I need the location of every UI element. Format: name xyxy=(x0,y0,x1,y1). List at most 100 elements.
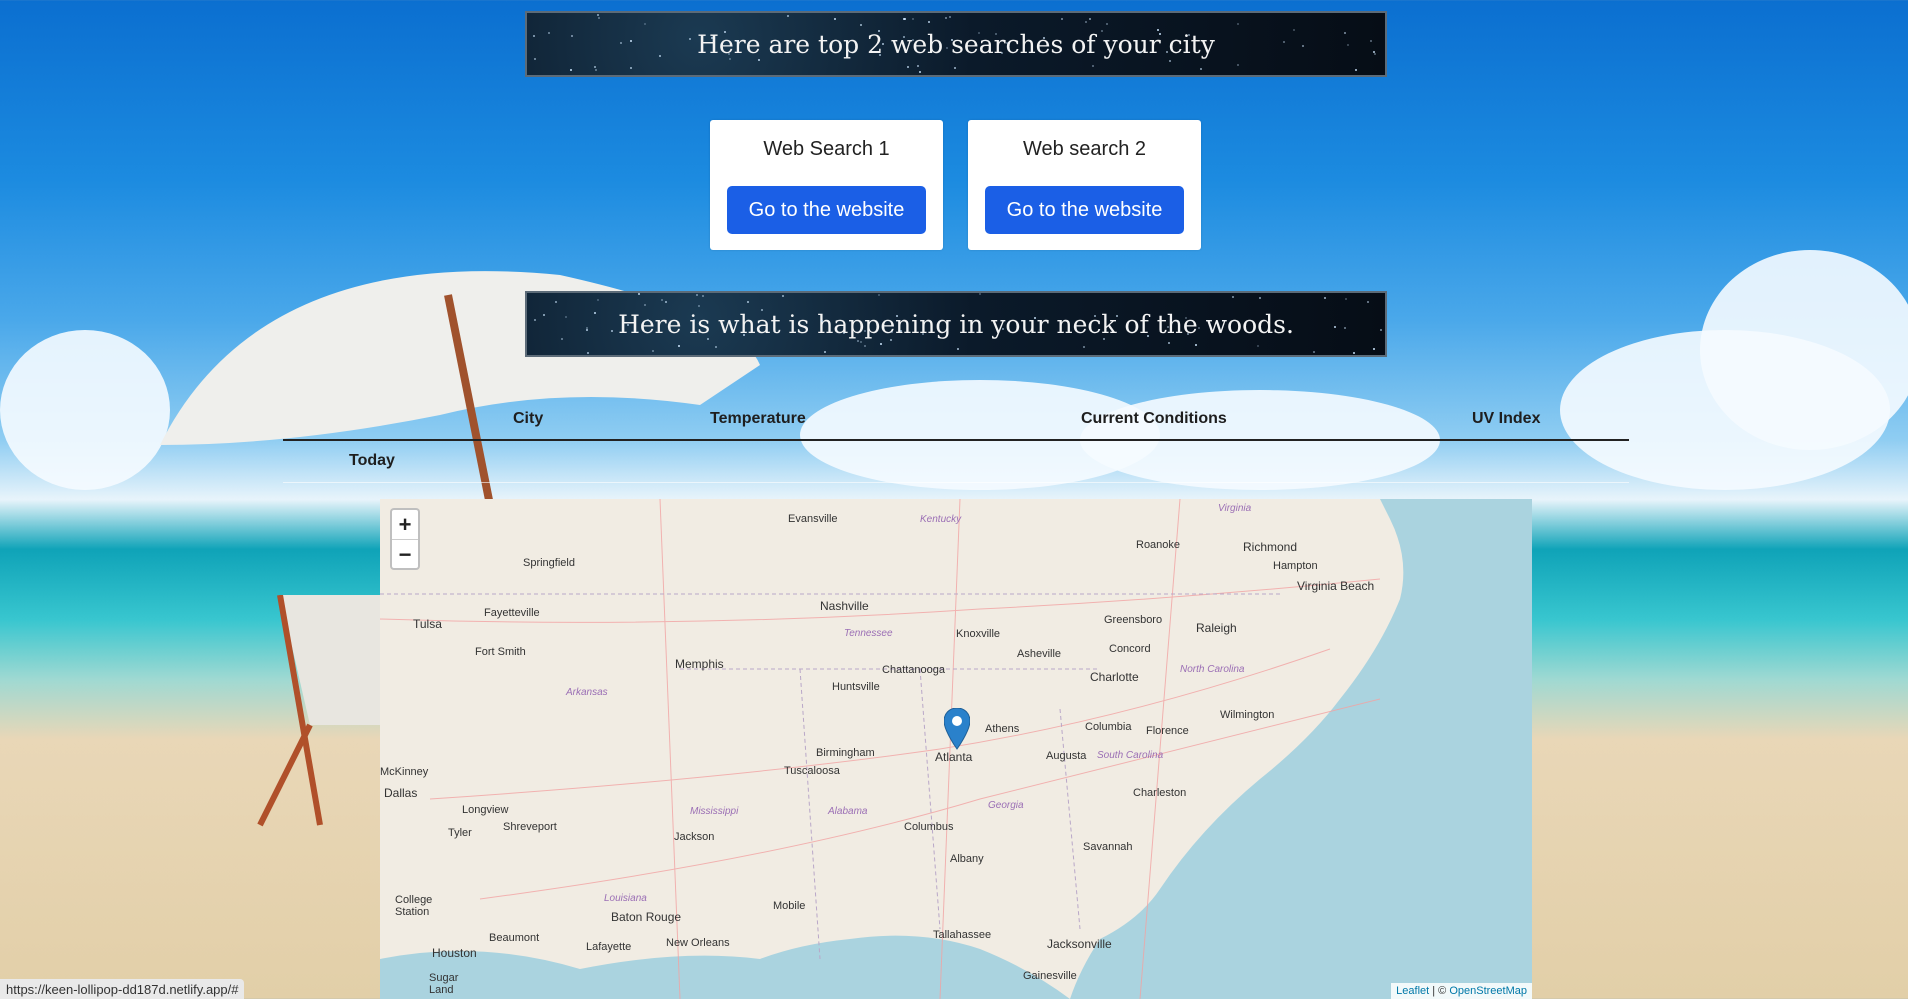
banner-star xyxy=(706,337,709,340)
card-title: Web Search 1 xyxy=(763,138,890,160)
banner-star xyxy=(652,349,655,352)
map-marker-icon[interactable] xyxy=(944,708,970,750)
banner-star xyxy=(710,36,713,39)
banner-star xyxy=(782,295,785,298)
map-city-label: Savannah xyxy=(1083,841,1133,853)
map-city-label: Concord xyxy=(1109,643,1151,655)
banner-star xyxy=(1354,68,1357,71)
map-city-label: Hampton xyxy=(1273,560,1318,572)
map-state-label: South Carolina xyxy=(1097,750,1164,761)
banner-star xyxy=(696,294,699,297)
map-city-label: Mobile xyxy=(773,900,806,912)
banner-star xyxy=(702,294,705,297)
banner-star xyxy=(917,65,920,68)
banner-star xyxy=(956,347,959,350)
banner-star xyxy=(1323,297,1326,300)
banner-star xyxy=(1231,295,1234,298)
banner-star xyxy=(688,38,691,41)
map-state-label: Virginia xyxy=(1218,503,1252,514)
map-city-label: Columbus xyxy=(904,821,954,833)
zoom-out-button[interactable]: − xyxy=(392,540,418,569)
banner-star xyxy=(834,17,837,20)
banner-star xyxy=(664,301,667,304)
banner-star xyxy=(596,14,599,17)
map-state-label: Arkansas xyxy=(566,687,608,698)
banner-star xyxy=(1237,23,1240,26)
map-city-label: Virginia Beach xyxy=(1297,579,1375,593)
banner-star xyxy=(1197,326,1200,329)
map-city-label: Dallas xyxy=(384,786,418,800)
banner-star xyxy=(1195,343,1198,346)
banner-star xyxy=(1282,41,1285,44)
table-row-divider xyxy=(283,482,1629,483)
card-title: Web search 2 xyxy=(1022,138,1147,160)
banner-star xyxy=(758,58,761,61)
map-city-label: Fort Smith xyxy=(475,646,526,658)
banner-star xyxy=(899,329,902,332)
banner-star xyxy=(953,67,956,70)
banner-star xyxy=(918,71,921,74)
banner-star xyxy=(565,315,568,318)
banner-star xyxy=(638,293,641,296)
map-city-label: Tyler xyxy=(448,827,472,839)
banner-star xyxy=(594,65,597,68)
go-to-website-button-2[interactable]: Go to the website xyxy=(985,186,1184,234)
map-city-label: Athens xyxy=(985,723,1020,735)
banner-star xyxy=(979,293,982,295)
banner-star xyxy=(857,340,860,343)
leaflet-link[interactable]: Leaflet xyxy=(1396,985,1429,997)
banner-star xyxy=(889,338,892,341)
banner-star xyxy=(1105,23,1108,26)
map-state-label: Alabama xyxy=(828,806,868,817)
banner-star xyxy=(630,39,633,42)
banner-star xyxy=(698,304,701,307)
banner-star xyxy=(1237,63,1240,66)
banner-star xyxy=(723,30,726,33)
banner-star xyxy=(1373,52,1376,55)
map-zoom-control: + − xyxy=(390,508,420,570)
banner-star xyxy=(1257,344,1260,347)
banner-star xyxy=(571,35,574,38)
banner-star xyxy=(534,58,537,61)
openstreetmap-link[interactable]: OpenStreetMap xyxy=(1449,985,1527,997)
banner-title: Here is what is happening in your neck o… xyxy=(618,309,1294,339)
map-city-label: Beaumont xyxy=(489,932,540,944)
map-city-label: Roanoke xyxy=(1136,539,1181,551)
map-city-label: Richmond xyxy=(1243,540,1298,554)
zoom-in-button[interactable]: + xyxy=(392,510,418,540)
banner-star xyxy=(586,329,589,332)
map-city-label: Tallahassee xyxy=(933,929,992,941)
banner-star xyxy=(644,304,647,307)
map-city-label: Tuscaloosa xyxy=(784,765,840,777)
banner-star xyxy=(1033,316,1036,319)
map-city-label: Raleigh xyxy=(1196,621,1237,635)
map-city-label: Evansville xyxy=(788,513,838,525)
web-search-card-1: Web Search 1 Go to the website xyxy=(710,120,943,250)
banner-star xyxy=(746,300,749,303)
beach-umbrella-image xyxy=(160,271,760,506)
map-city-label: Florence xyxy=(1146,725,1189,737)
banner-star xyxy=(1167,342,1170,345)
map-city-label: Augusta xyxy=(1046,750,1087,762)
banner-star xyxy=(1347,43,1350,46)
map-city-label: Tulsa xyxy=(413,617,442,631)
web-search-card-2: Web search 2 Go to the website xyxy=(968,120,1201,250)
banner-title: Here are top 2 web searches of your city xyxy=(697,29,1215,59)
map-city-label: Baton Rouge xyxy=(611,910,682,924)
banner-star xyxy=(928,20,931,23)
map-city-label: Fayetteville xyxy=(484,607,540,619)
banner-star xyxy=(1369,39,1372,42)
table-header-divider xyxy=(283,439,1629,441)
banner-star xyxy=(1102,338,1105,341)
banner-star xyxy=(912,18,915,21)
map-state-label: North Carolina xyxy=(1180,664,1245,675)
banner-star xyxy=(586,352,589,355)
banner-star xyxy=(560,337,563,340)
map-city-label: Nashville xyxy=(820,599,869,613)
go-to-website-button-1[interactable]: Go to the website xyxy=(727,186,926,234)
browser-status-bar: https://keen-lollipop-dd187d.netlify.app… xyxy=(0,979,245,999)
banner-star xyxy=(1373,348,1376,351)
banner-star xyxy=(627,323,630,326)
banner-star xyxy=(534,318,537,321)
banner-star xyxy=(1259,296,1262,299)
